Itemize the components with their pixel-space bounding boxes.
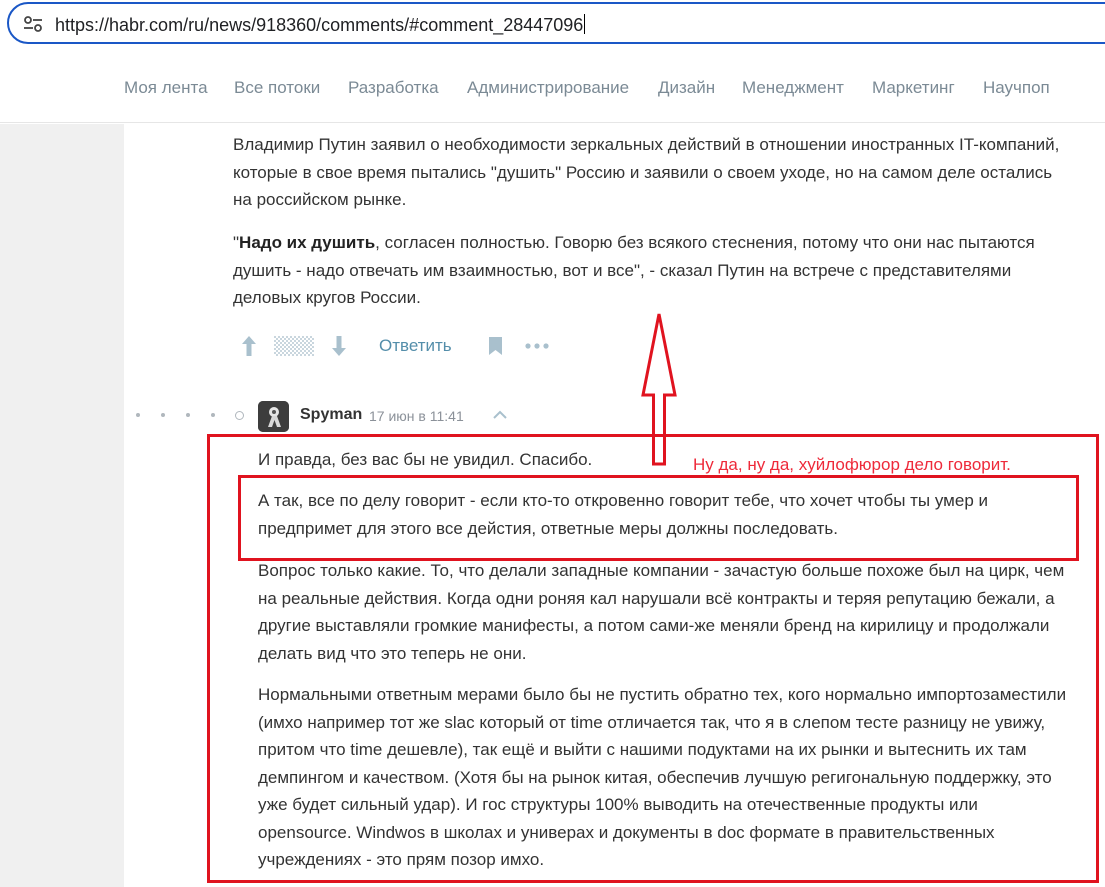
- quote-bold: Надо их душить: [239, 233, 376, 252]
- nav-item-design[interactable]: Дизайн: [658, 78, 715, 98]
- parent-comment-paragraph: Владимир Путин заявил о необходимости зе…: [233, 135, 1060, 209]
- arrow-down-icon[interactable]: [331, 335, 347, 357]
- annotation-arrow-icon: [641, 313, 677, 466]
- hub-navigation: Моя лента Все потоки Разработка Админист…: [0, 52, 1105, 123]
- avatar[interactable]: [258, 401, 289, 432]
- comment-actions: Ответить: [238, 333, 568, 361]
- nav-item-management[interactable]: Менеджмент: [742, 78, 844, 98]
- avatar-image-icon: [258, 401, 289, 432]
- comment-timestamp[interactable]: 17 июн в 11:41: [369, 408, 464, 424]
- annotation-inner-box: [238, 475, 1079, 561]
- bookmark-icon[interactable]: [488, 336, 503, 356]
- arrow-up-icon[interactable]: [241, 335, 257, 357]
- nav-item-admin[interactable]: Администрирование: [467, 78, 629, 98]
- comment-author[interactable]: Spyman: [300, 406, 362, 424]
- url-text[interactable]: https://habr.com/ru/news/918360/comments…: [55, 14, 586, 36]
- more-icon[interactable]: [525, 343, 549, 349]
- address-bar[interactable]: https://habr.com/ru/news/918360/comments…: [7, 2, 1105, 44]
- left-gutter: [0, 124, 124, 887]
- nav-item-marketing[interactable]: Маркетинг: [872, 78, 955, 98]
- tune-icon[interactable]: [23, 15, 43, 33]
- chevron-up-icon[interactable]: [492, 409, 508, 421]
- text-caret: [584, 14, 586, 34]
- nav-item-feed[interactable]: Моя лента: [124, 78, 208, 98]
- reply-link[interactable]: Ответить: [379, 336, 452, 356]
- browser-toolbar: https://habr.com/ru/news/918360/comments…: [0, 0, 1105, 50]
- parent-comment-quote: "Надо их душить, согласен полностью. Гов…: [233, 233, 1035, 307]
- annotation-note: Ну да, ну да, хуйлофюрор дело говорит.: [693, 455, 1011, 474]
- hidden-rating-icon: [274, 336, 314, 356]
- nav-item-all-flows[interactable]: Все потоки: [234, 78, 320, 98]
- nav-item-develop[interactable]: Разработка: [348, 78, 439, 98]
- nav-item-popsci[interactable]: Научпоп: [983, 78, 1050, 98]
